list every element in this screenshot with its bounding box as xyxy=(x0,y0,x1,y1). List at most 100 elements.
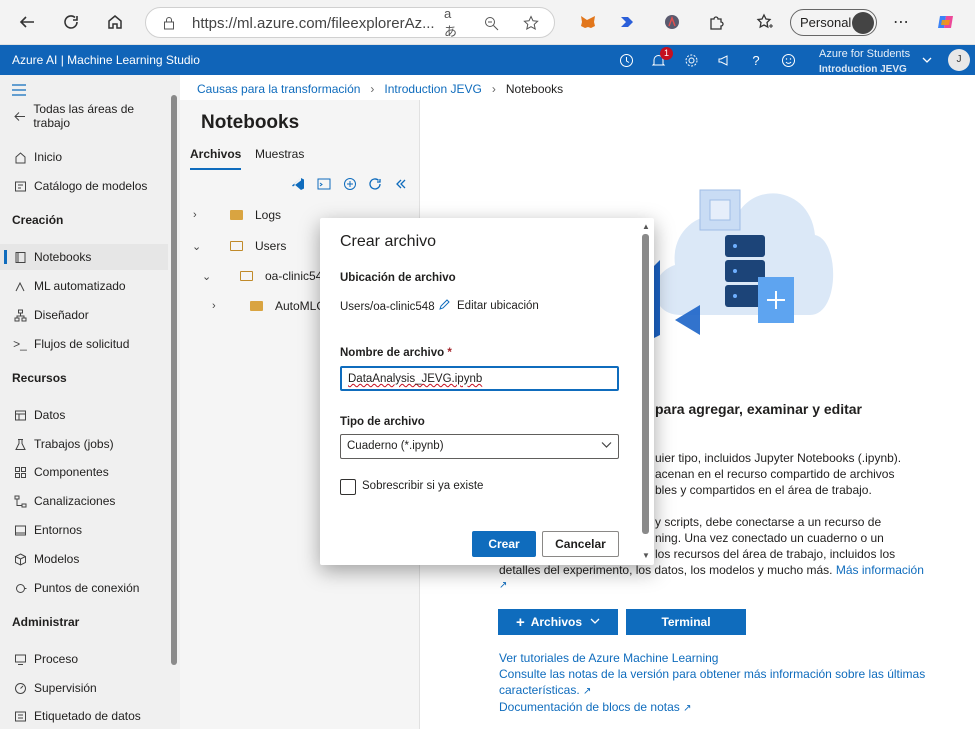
section-heading-create: Creación xyxy=(12,213,64,227)
nav-item-monitoring[interactable]: Supervisión xyxy=(0,675,168,701)
release-notes-link[interactable]: Consulte las notas de la versión para ob… xyxy=(499,667,925,681)
tree-item-label: Logs xyxy=(255,208,282,222)
tree-item-logs[interactable]: Logs xyxy=(230,208,281,222)
add-file-icon[interactable] xyxy=(342,176,358,192)
filename-label-text: Nombre de archivo xyxy=(340,347,445,359)
extensions-puzzle-icon[interactable] xyxy=(707,12,727,32)
chevron-right-icon[interactable]: › xyxy=(212,300,216,312)
filetype-selected-value: Cuaderno (*.ipynb) xyxy=(347,440,444,452)
nav-jobs-label: Trabajos (jobs) xyxy=(34,437,114,451)
nav-models-label: Modelos xyxy=(34,552,80,566)
nav-item-model-catalog[interactable]: Catálogo de modelos xyxy=(0,173,168,199)
left-nav-scrollbar[interactable] xyxy=(171,95,177,665)
zoom-icon[interactable] xyxy=(482,14,500,32)
extension-circle-icon[interactable] xyxy=(662,12,682,32)
collapse-panel-icon[interactable] xyxy=(393,176,409,192)
nav-item-jobs[interactable]: Trabajos (jobs) xyxy=(0,431,168,457)
nav-item-data-labeling[interactable]: Etiquetado de datos xyxy=(0,703,168,729)
help-icon[interactable]: ? xyxy=(747,51,765,69)
environment-icon xyxy=(12,522,28,538)
external-link-icon[interactable]: ↗ xyxy=(499,580,507,591)
tab-samples[interactable]: Muestras xyxy=(255,147,304,161)
chevron-down-icon[interactable]: ⌄ xyxy=(192,240,201,253)
tutorials-link[interactable]: Ver tutoriales de Azure Machine Learning xyxy=(499,651,718,665)
tab-files[interactable]: Archivos xyxy=(190,147,242,170)
description-line: los recursos del área de trabajo, inclui… xyxy=(655,547,896,561)
folder-open-icon xyxy=(240,271,253,281)
favorite-star-icon[interactable] xyxy=(522,14,540,32)
home-icon[interactable] xyxy=(103,10,127,34)
nav-item-data[interactable]: Datos xyxy=(0,402,168,428)
files-button-label: Archivos xyxy=(530,615,583,629)
feedback-smiley-icon[interactable] xyxy=(779,51,797,69)
breadcrumb-item-workspace[interactable]: Introduction JEVG xyxy=(384,82,481,96)
nav-item-compute[interactable]: Proceso xyxy=(0,646,168,672)
release-notes-link-text[interactable]: características. xyxy=(499,683,580,697)
nav-item-designer[interactable]: Diseñador xyxy=(0,302,168,328)
scroll-up-arrow-icon[interactable]: ▲ xyxy=(642,222,650,231)
nav-pipelines-label: Canalizaciones xyxy=(34,494,116,508)
filetype-select[interactable]: Cuaderno (*.ipynb) xyxy=(340,434,619,459)
nav-item-endpoints[interactable]: Puntos de conexión xyxy=(0,575,168,601)
chevron-right-icon[interactable]: › xyxy=(193,209,197,221)
nav-environments-label: Entornos xyxy=(34,523,83,537)
notebooks-docs-link[interactable]: Documentación de blocs de notas xyxy=(499,700,680,714)
release-notes-link-continued[interactable]: características. ↗ xyxy=(499,683,591,697)
nav-item-pipelines[interactable]: Canalizaciones xyxy=(0,488,168,514)
notification-count-badge: 1 xyxy=(660,47,673,60)
history-icon[interactable] xyxy=(617,51,635,69)
tree-item-user-folder[interactable]: oa-clinic548 xyxy=(240,269,329,283)
nav-item-components[interactable]: Componentes xyxy=(0,459,168,485)
settings-gear-icon[interactable] xyxy=(682,51,700,69)
user-avatar[interactable]: J xyxy=(948,49,970,71)
nav-data-labeling-label: Etiquetado de datos xyxy=(34,709,141,723)
extension-arrow-icon[interactable] xyxy=(617,12,637,32)
nav-item-models[interactable]: Modelos xyxy=(0,546,168,572)
nav-item-environments[interactable]: Entornos xyxy=(0,517,168,543)
terminal-icon[interactable] xyxy=(316,176,332,192)
cloud-illustration xyxy=(650,189,834,340)
read-aloud-icon[interactable]: aあ xyxy=(444,6,462,39)
back-arrow-icon[interactable] xyxy=(15,10,39,34)
edit-location-link[interactable]: Editar ubicación xyxy=(438,298,539,314)
copilot-icon[interactable] xyxy=(936,12,956,32)
account-switcher[interactable]: Azure for Students Introduction JEVG xyxy=(819,46,910,78)
docs-link-row[interactable]: Documentación de blocs de notas ↗ xyxy=(499,700,692,714)
scroll-down-arrow-icon[interactable]: ▼ xyxy=(642,551,650,560)
favorites-icon[interactable] xyxy=(755,12,775,32)
refresh-icon[interactable] xyxy=(367,176,383,192)
create-button[interactable]: Crear xyxy=(472,531,536,557)
url-text[interactable]: https://ml.azure.com/fileexplorerAz... xyxy=(192,15,435,32)
overwrite-checkbox[interactable] xyxy=(340,479,356,495)
tree-item-automl[interactable]: AutoMLG xyxy=(250,299,326,313)
nav-item-home[interactable]: Inicio xyxy=(0,144,168,170)
vscode-icon[interactable] xyxy=(290,176,306,192)
nav-compute-label: Proceso xyxy=(34,652,79,666)
files-menu-button[interactable]: + Archivos xyxy=(498,609,618,635)
megaphone-icon[interactable] xyxy=(715,51,733,69)
nav-item-notebooks[interactable]: Notebooks xyxy=(0,244,168,270)
nav-item-prompt-flow[interactable]: >_ Flujos de solicitud xyxy=(0,331,168,357)
cancel-button[interactable]: Cancelar xyxy=(542,531,619,557)
chevron-down-icon[interactable]: ⌄ xyxy=(202,270,211,283)
dialog-scrollbar[interactable] xyxy=(642,234,649,534)
app-title[interactable]: Azure AI | Machine Learning Studio xyxy=(12,53,200,67)
nav-back-to-workspaces[interactable]: Todas las áreas de trabajo xyxy=(0,102,168,130)
metamask-icon[interactable] xyxy=(578,12,598,32)
breadcrumb-item-org[interactable]: Causas para la transformación xyxy=(197,82,360,96)
tree-item-users[interactable]: Users xyxy=(230,239,286,253)
refresh-icon[interactable] xyxy=(59,10,83,34)
home-icon xyxy=(12,149,28,165)
terminal-button[interactable]: Terminal xyxy=(626,609,746,635)
address-bar[interactable]: https://ml.azure.com/fileexplorerAz... a… xyxy=(145,6,555,39)
hamburger-menu-icon[interactable] xyxy=(0,77,168,103)
filename-input[interactable]: DataAnalysis_JEVG.ipynb xyxy=(340,366,619,391)
nav-item-automl[interactable]: ML automatizado xyxy=(0,273,168,299)
lock-icon[interactable] xyxy=(160,14,178,32)
more-options-icon[interactable]: ⋯ xyxy=(891,12,911,32)
overwrite-checkbox-label[interactable]: Sobrescribir si ya existe xyxy=(362,480,483,492)
empty-state-heading: para agregar, examinar y editar xyxy=(655,401,862,417)
account-chevron-down-icon[interactable] xyxy=(918,51,936,69)
more-info-link[interactable]: Más información xyxy=(836,563,924,577)
profile-button[interactable]: Personal xyxy=(790,9,877,36)
